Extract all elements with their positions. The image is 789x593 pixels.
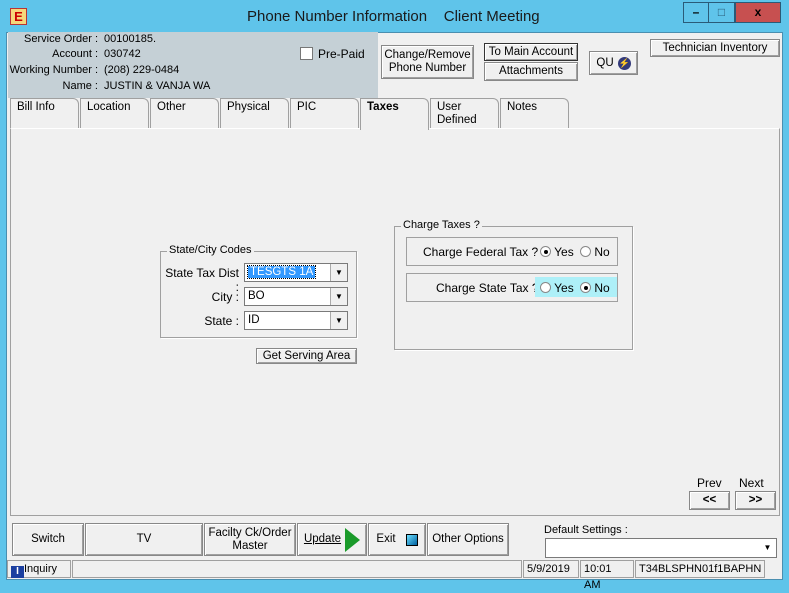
- prepaid-checkbox[interactable]: [300, 47, 313, 60]
- facility-order-master-button[interactable]: Facilty Ck/Order Master: [204, 523, 296, 556]
- federal-yes-radio[interactable]: Yes: [540, 245, 574, 259]
- status-terminal: T34BLSPHN01f1BAPHN: [635, 560, 765, 578]
- city-value: BO: [248, 290, 265, 302]
- stop-square-icon: [405, 533, 418, 546]
- name-value: JUSTIN & VANJA WA: [104, 80, 211, 92]
- prev-label: Prev: [697, 476, 722, 490]
- tab-user-defined[interactable]: User Defined: [430, 98, 499, 129]
- chevron-down-icon[interactable]: ▼: [330, 264, 347, 281]
- service-order-value: 00100185.: [104, 33, 156, 45]
- app-icon: E: [10, 8, 27, 25]
- state-select[interactable]: ID ▼: [244, 311, 348, 330]
- attachments-button[interactable]: Attachments: [484, 62, 578, 81]
- close-button[interactable]: x: [735, 2, 781, 23]
- tab-bill-info[interactable]: Bill Info: [10, 98, 79, 129]
- qu-button[interactable]: QU ⚡: [589, 51, 638, 75]
- minimize-button[interactable]: –: [683, 2, 709, 23]
- switch-button[interactable]: Switch: [12, 523, 84, 556]
- qu-label: QU: [596, 56, 614, 69]
- default-settings-select[interactable]: ▼: [545, 538, 777, 558]
- status-message: [72, 560, 522, 578]
- state-value: ID: [248, 314, 260, 326]
- technician-inventory-button[interactable]: Technician Inventory: [650, 39, 780, 57]
- other-options-button[interactable]: Other Options: [427, 523, 509, 556]
- next-button[interactable]: >>: [735, 491, 776, 510]
- lightning-icon: ⚡: [617, 56, 631, 70]
- service-order-label: Service Order :: [24, 33, 98, 45]
- update-label: Update: [303, 533, 342, 545]
- account-label: Account :: [52, 48, 98, 60]
- default-settings-label: Default Settings :: [544, 524, 628, 536]
- state-tax-label: Charge State Tax ?: [436, 281, 539, 295]
- account-header: Service Order : 00100185. Account : 0307…: [8, 32, 378, 98]
- tab-notes[interactable]: Notes: [500, 98, 569, 129]
- state-no-radio[interactable]: No: [580, 281, 610, 295]
- city-select[interactable]: BO ▼: [244, 287, 348, 306]
- tab-pic[interactable]: PIC: [290, 98, 359, 129]
- to-main-account-button[interactable]: To Main Account: [484, 43, 578, 61]
- mode-label: Inquiry: [24, 563, 58, 575]
- tv-button[interactable]: TV: [85, 523, 203, 556]
- get-serving-area-button[interactable]: Get Serving Area: [256, 348, 357, 364]
- state-tax-dist-select[interactable]: TESGTS 1A ▼: [244, 263, 348, 282]
- chevron-down-icon[interactable]: ▼: [330, 288, 347, 305]
- next-label: Next: [739, 476, 764, 490]
- status-date: 5/9/2019: [523, 560, 579, 578]
- tab-other[interactable]: Other: [150, 98, 219, 129]
- working-number-value: (208) 229-0484: [104, 64, 180, 76]
- status-time: 10:01 AM: [580, 560, 634, 591]
- account-value: 030742: [104, 48, 141, 60]
- play-arrow-icon: [345, 527, 361, 552]
- name-label: Name :: [62, 80, 98, 92]
- prepaid-label: Pre-Paid: [318, 47, 365, 61]
- maximize-button[interactable]: □: [708, 2, 735, 23]
- update-button[interactable]: Update: [297, 523, 367, 556]
- federal-no-radio[interactable]: No: [580, 245, 610, 259]
- mode-status: I Inquiry: [7, 560, 71, 578]
- state-tax-box: Charge State Tax ? Yes No: [406, 273, 618, 302]
- exit-button[interactable]: Exit: [368, 523, 426, 556]
- tab-physical[interactable]: Physical: [220, 98, 289, 129]
- yes-label: Yes: [554, 245, 574, 259]
- yes-label: Yes: [554, 281, 574, 295]
- window-title: Phone Number Information Client Meeting: [247, 8, 540, 25]
- chevron-down-icon[interactable]: ▼: [330, 312, 347, 329]
- no-label: No: [594, 281, 610, 295]
- federal-tax-box: Charge Federal Tax ? Yes No: [406, 237, 618, 266]
- exit-label: Exit: [376, 533, 396, 545]
- federal-tax-label: Charge Federal Tax ?: [423, 245, 539, 259]
- change-remove-phone-button[interactable]: Change/Remove Phone Number: [381, 45, 474, 79]
- state-city-codes-title: State/City Codes: [167, 244, 254, 256]
- state-label: State :: [204, 314, 239, 328]
- tab-taxes[interactable]: Taxes: [360, 98, 429, 130]
- prev-button[interactable]: <<: [689, 491, 730, 510]
- working-number-label: Working Number :: [9, 64, 98, 76]
- charge-taxes-title: Charge Taxes ?: [401, 219, 482, 231]
- state-yes-radio[interactable]: Yes: [540, 281, 574, 295]
- no-label: No: [594, 245, 610, 259]
- city-label: City :: [211, 290, 239, 304]
- title-bar: E Phone Number Information Client Meetin…: [0, 0, 789, 32]
- chevron-down-icon[interactable]: ▼: [759, 539, 776, 556]
- inquiry-icon: I: [11, 566, 24, 578]
- state-tax-dist-value: TESGTS 1A: [246, 265, 317, 279]
- tab-location[interactable]: Location: [80, 98, 149, 129]
